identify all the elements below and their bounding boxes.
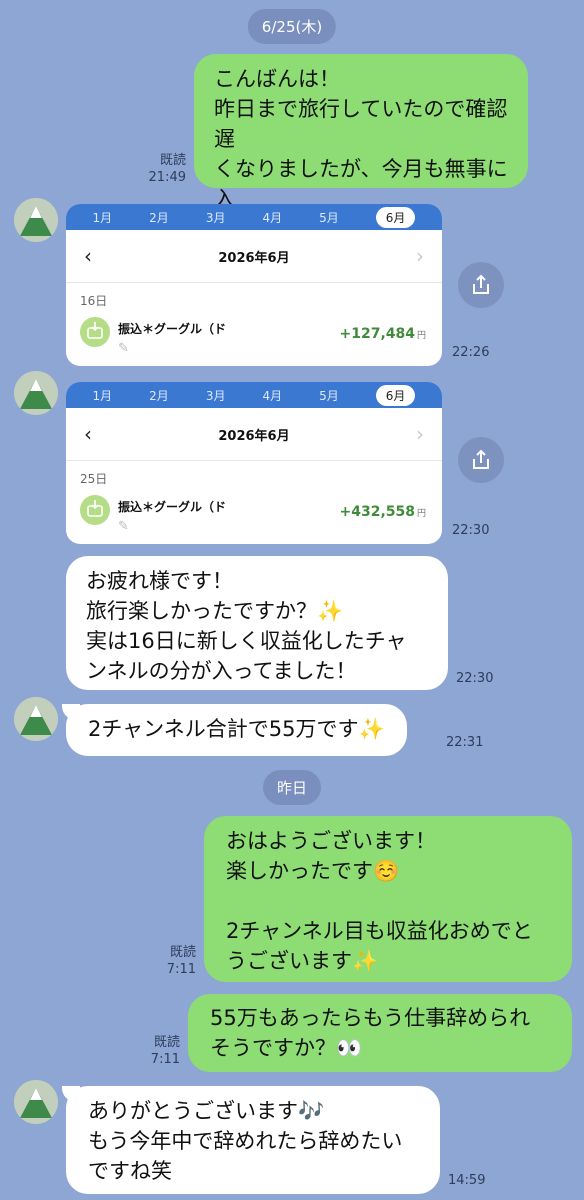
month-title: 2026年6月 — [218, 428, 290, 444]
bank-transfer-icon — [80, 495, 110, 525]
month-title: 2026年6月 — [218, 250, 290, 266]
chevron-left-icon[interactable]: ‹ — [84, 422, 92, 446]
month-tab-active[interactable]: 6月 — [375, 384, 416, 406]
share-icon — [473, 274, 489, 294]
contact-avatar[interactable] — [14, 198, 58, 242]
bank-transfer-icon — [80, 317, 110, 347]
read-receipt: 既読 — [153, 1035, 180, 1050]
message-time: 7:11 — [150, 1052, 180, 1067]
message-incoming[interactable]: お疲れ様です！ 旅行楽しかったですか？✨ 実は16日に新しく収益化したチャ ンネ… — [66, 556, 448, 690]
share-button[interactable] — [458, 437, 504, 483]
message-outgoing[interactable]: こんばんは！ 昨日まで旅行していたので確認遅 くなりましたが、今月も無事に入 っ… — [194, 54, 528, 241]
message-incoming[interactable]: ありがとうございます🎶 もう今年中で辞めれたら辞めたい ですね笑 — [66, 1086, 440, 1194]
message-time: 22:30 — [456, 671, 494, 686]
month-tab[interactable]: 4月 — [262, 387, 282, 404]
chevron-left-icon[interactable]: ‹ — [84, 244, 92, 268]
pencil-icon[interactable]: ✎ — [118, 341, 129, 356]
month-tab[interactable]: 2月 — [149, 387, 169, 404]
mountain-avatar-icon — [14, 371, 58, 415]
transaction-description: 振込＊グーグル（ド — [118, 322, 227, 336]
transaction-description: 振込＊グーグル（ド — [118, 500, 227, 514]
message-time: 22:31 — [446, 735, 484, 750]
month-tab-active[interactable]: 6月 — [375, 206, 416, 228]
transaction-row: 振込＊グーグル（ド ✎ +127,484 円 — [66, 309, 442, 366]
pencil-icon[interactable]: ✎ — [118, 519, 129, 534]
message-time: 14:59 — [448, 1173, 486, 1188]
message-incoming[interactable]: 2チャンネル合計で55万です✨ — [66, 704, 407, 756]
mountain-avatar-icon — [14, 198, 58, 242]
message-time: 22:30 — [452, 523, 490, 538]
month-tabs: 1月 2月 3月 4月 5月 6月 — [66, 382, 442, 408]
month-tab[interactable]: 5月 — [319, 387, 339, 404]
date-separator: 6/25(木) — [247, 9, 337, 44]
month-tab[interactable]: 4月 — [262, 209, 282, 226]
transaction-day: 16日 — [80, 294, 108, 308]
chat-screen: { "date_pills": ["6/25(木)", "昨日"], "read… — [0, 0, 584, 1200]
month-tab[interactable]: 3月 — [206, 209, 226, 226]
message-meta: 既読 7:11 — [150, 944, 196, 978]
amount-currency: 円 — [416, 509, 426, 519]
chevron-right-icon[interactable]: › — [416, 422, 424, 446]
transaction-amount: +432,558 円 — [339, 504, 426, 520]
message-meta: 既読 21:49 — [140, 152, 186, 186]
message-time: 7:11 — [166, 962, 196, 977]
contact-avatar[interactable] — [14, 1080, 58, 1124]
share-icon — [473, 449, 489, 469]
message-outgoing[interactable]: おはようございます！ 楽しかったです☺️ 2チャンネル目も収益化おめでと うござ… — [204, 816, 572, 982]
message-outgoing[interactable]: 55万もあったらもう仕事辞められ そうですか？👀 — [188, 994, 572, 1072]
month-tab[interactable]: 2月 — [149, 209, 169, 226]
month-tabs: 1月 2月 3月 4月 5月 6月 — [66, 204, 442, 230]
message-time: 22:26 — [452, 345, 490, 360]
month-tab[interactable]: 5月 — [319, 209, 339, 226]
month-tab[interactable]: 3月 — [206, 387, 226, 404]
month-tab[interactable]: 1月 — [93, 387, 113, 404]
read-receipt: 既読 — [159, 153, 186, 168]
date-separator: 昨日 — [262, 770, 322, 805]
bank-screenshot-card[interactable]: 1月 2月 3月 4月 5月 6月 ‹ 2026年6月 › 16日 振込＊グーグ… — [66, 204, 442, 366]
contact-avatar[interactable] — [14, 697, 58, 741]
month-header: ‹ 2026年6月 › — [66, 408, 442, 461]
mountain-avatar-icon — [14, 1080, 58, 1124]
read-receipt: 既読 — [169, 945, 196, 960]
contact-avatar[interactable] — [14, 371, 58, 415]
month-tab[interactable]: 1月 — [93, 209, 113, 226]
transaction-amount: +127,484 円 — [339, 326, 426, 342]
mountain-avatar-icon — [14, 697, 58, 741]
bank-screenshot-card[interactable]: 1月 2月 3月 4月 5月 6月 ‹ 2026年6月 › 25日 振込＊グーグ… — [66, 382, 442, 544]
amount-value: +127,484 — [339, 326, 415, 342]
share-button[interactable] — [458, 262, 504, 308]
month-header: ‹ 2026年6月 › — [66, 230, 442, 283]
amount-currency: 円 — [416, 331, 426, 341]
chevron-right-icon[interactable]: › — [416, 244, 424, 268]
message-time: 21:49 — [148, 170, 186, 185]
transaction-day: 25日 — [80, 472, 108, 486]
transaction-row: 振込＊グーグル（ド ✎ +432,558 円 — [66, 487, 442, 544]
amount-value: +432,558 — [339, 504, 415, 520]
message-meta: 既読 7:11 — [134, 1034, 180, 1068]
